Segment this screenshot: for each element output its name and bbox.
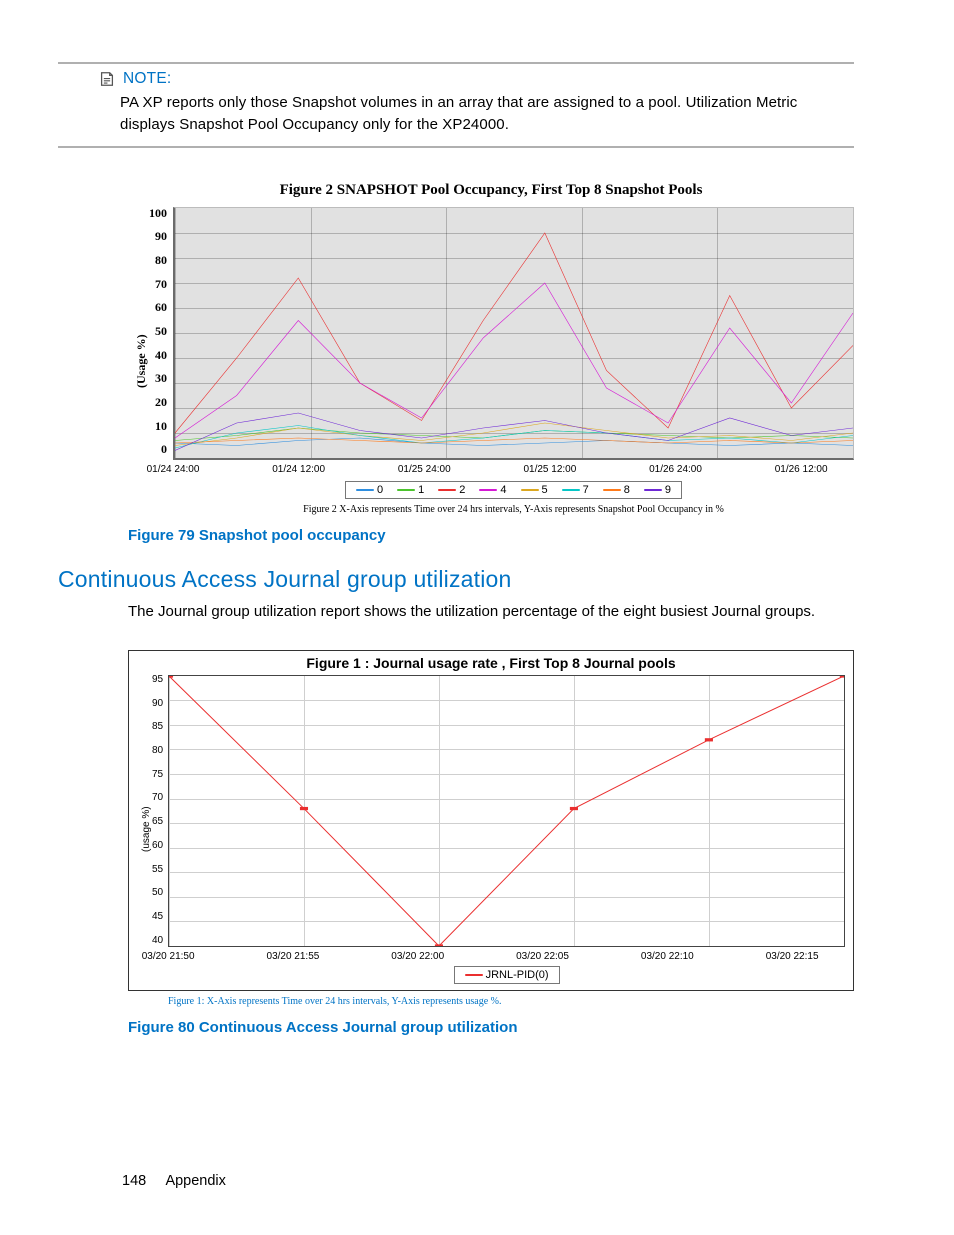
section-heading: Continuous Access Journal group utilizat… xyxy=(58,566,854,593)
chart2-ylabel: (usage %) xyxy=(137,675,152,984)
section-para: The Journal group utilization report sho… xyxy=(58,601,854,622)
chart1-xticks: 01/24 24:0001/24 12:0001/25 24:0001/25 1… xyxy=(173,460,854,475)
footer-section: Appendix xyxy=(165,1173,225,1189)
chart-journal-usage: Figure 1 : Journal usage rate , First To… xyxy=(58,622,854,1013)
figure80-caption: Figure 80 Continuous Access Journal grou… xyxy=(58,1013,854,1036)
chart1-plot xyxy=(173,207,854,460)
note-icon xyxy=(98,70,116,88)
page-number: 148 xyxy=(122,1173,146,1189)
page-footer: 148 Appendix xyxy=(122,1173,226,1189)
ytick: 90 xyxy=(149,229,167,244)
ytick: 100 xyxy=(149,206,167,221)
ytick: 60 xyxy=(149,300,167,315)
figure79-caption: Figure 79 Snapshot pool occupancy xyxy=(58,521,854,544)
chart2-yscale: 959085807570656055504540 xyxy=(152,674,168,946)
chart1-axisnote: Figure 2 X-Axis represents Time over 24 … xyxy=(173,504,854,515)
note-header: NOTE: xyxy=(58,70,854,88)
page: NOTE: PA XP reports only those Snapshot … xyxy=(0,0,954,1235)
ytick: 40 xyxy=(149,348,167,363)
note-body: PA XP reports only those Snapshot volume… xyxy=(58,88,854,136)
ytick: 80 xyxy=(149,253,167,268)
chart1-yscale: 100 90 80 70 60 50 40 30 20 10 0 xyxy=(149,206,173,458)
chart1-legend: 01245789 xyxy=(345,481,682,499)
note-label: NOTE: xyxy=(123,70,171,88)
chart2-legend: JRNL-PID(0) xyxy=(454,966,560,984)
chart2-axisnote: Figure 1: X-Axis represents Time over 24… xyxy=(128,996,854,1007)
chart2-plot xyxy=(168,675,845,947)
chart-snapshot-pool: Figure 2 SNAPSHOT Pool Occupancy, First … xyxy=(58,148,854,521)
ytick: 30 xyxy=(149,371,167,386)
chart1-title: Figure 2 SNAPSHOT Pool Occupancy, First … xyxy=(128,182,854,199)
note-rule-top xyxy=(58,62,854,64)
chart2-title: Figure 1 : Journal usage rate , First To… xyxy=(137,655,845,671)
chart2-xticks: 03/20 21:5003/20 21:5503/20 22:0003/20 2… xyxy=(168,947,845,962)
ytick: 70 xyxy=(149,277,167,292)
ytick: 10 xyxy=(149,419,167,434)
ytick: 0 xyxy=(149,442,167,457)
ytick: 20 xyxy=(149,395,167,410)
ytick: 50 xyxy=(149,324,167,339)
